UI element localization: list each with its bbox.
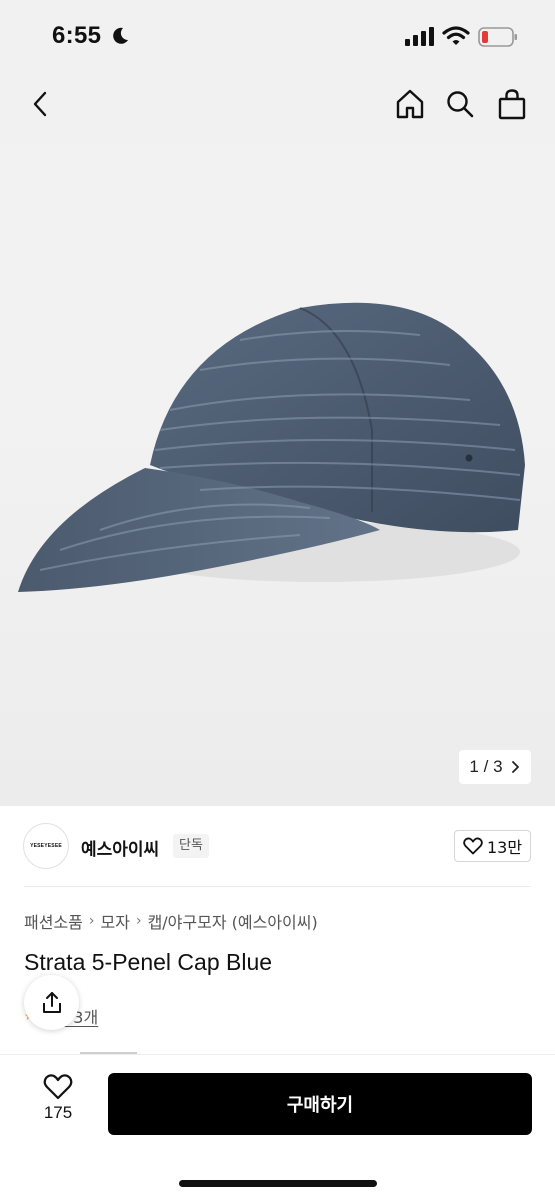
seller-logo[interactable]: YESEYESEE bbox=[23, 823, 69, 869]
divider bbox=[24, 886, 531, 887]
bottom-action-bar: 175 구매하기 bbox=[0, 1054, 555, 1200]
cart-button[interactable] bbox=[492, 84, 532, 124]
signal-icon bbox=[405, 27, 434, 46]
shopping-bag-icon bbox=[498, 89, 526, 120]
chevron-right-icon: › bbox=[135, 913, 142, 929]
status-time: 6:55 bbox=[52, 22, 102, 49]
buy-button[interactable]: 구매하기 bbox=[108, 1073, 532, 1135]
product-gallery[interactable]: 6:55 1 / 3 bbox=[0, 0, 555, 806]
heart-icon bbox=[43, 1074, 73, 1100]
home-indicator bbox=[179, 1180, 377, 1187]
buy-button-label: 구매하기 bbox=[286, 1095, 354, 1116]
shop-like-count: 13만 bbox=[486, 838, 523, 857]
exclusive-badge: 단독 bbox=[173, 834, 209, 858]
battery-icon bbox=[478, 27, 517, 47]
heart-icon bbox=[463, 837, 483, 855]
product-image[interactable] bbox=[0, 290, 555, 650]
gallery-page-indicator[interactable]: 1 / 3 bbox=[459, 750, 531, 784]
seller-row[interactable]: YESEYESEE 예스아이씨 단독 13만 bbox=[0, 806, 555, 886]
top-nav bbox=[0, 80, 555, 130]
shop-like-button[interactable]: 13만 bbox=[454, 830, 531, 862]
home-icon bbox=[396, 89, 424, 119]
share-icon bbox=[42, 991, 61, 1013]
product-title: Strata 5-Penel Cap Blue bbox=[24, 949, 273, 975]
breadcrumb-item[interactable]: 캡/야구모자 (예스아이씨) bbox=[148, 909, 318, 933]
wish-button[interactable]: 175 bbox=[30, 1073, 86, 1137]
breadcrumb: 패션소품 › 모자 › 캡/야구모자 (예스아이씨) bbox=[24, 910, 318, 932]
breadcrumb-item[interactable]: 패션소품 bbox=[24, 909, 83, 933]
gallery-page-text: 1 / 3 bbox=[469, 757, 503, 776]
share-button[interactable] bbox=[24, 975, 79, 1030]
search-button[interactable] bbox=[440, 84, 480, 124]
wish-count: 175 bbox=[43, 1103, 73, 1122]
back-button[interactable] bbox=[20, 84, 60, 124]
search-icon bbox=[447, 91, 474, 118]
seller-name[interactable]: 예스아이씨 bbox=[81, 835, 159, 860]
chevron-left-icon bbox=[33, 91, 47, 117]
breadcrumb-item[interactable]: 모자 bbox=[101, 909, 130, 933]
wifi-icon bbox=[442, 26, 470, 45]
status-bar: 6:55 bbox=[0, 0, 555, 74]
chevron-right-icon bbox=[511, 761, 519, 773]
moon-icon bbox=[113, 27, 128, 44]
chevron-right-icon: › bbox=[88, 913, 95, 929]
home-button[interactable] bbox=[390, 84, 430, 124]
